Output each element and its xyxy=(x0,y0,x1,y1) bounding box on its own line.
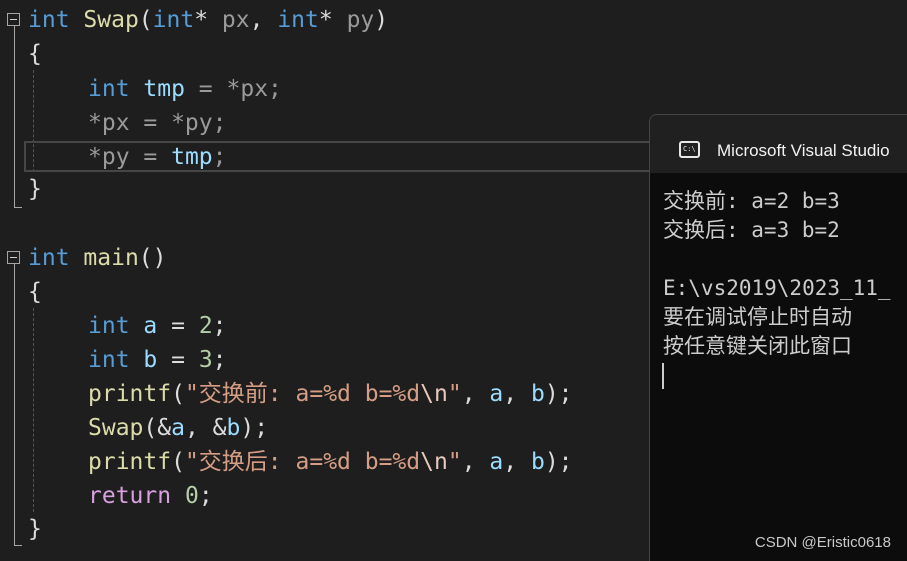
punctuation-token: ); xyxy=(544,381,573,407)
terminal-icon-label: C:\ xyxy=(683,145,696,153)
punctuation-token: ) xyxy=(374,7,389,33)
function-name-token: Swap xyxy=(83,7,139,33)
variable-token: a xyxy=(489,381,504,407)
fold-guide xyxy=(14,264,15,545)
punctuation-token xyxy=(171,483,185,509)
function-name-token: printf xyxy=(88,449,172,475)
collapse-toggle-icon[interactable] xyxy=(7,251,20,264)
escape-token: \n xyxy=(420,381,448,407)
variable-token: b xyxy=(530,449,545,475)
code-line-printf-before[interactable]: printf("交换前: a=%d b=%d\n", a, b); xyxy=(88,377,573,411)
function-name-token: printf xyxy=(88,381,172,407)
punctuation-token: , xyxy=(503,381,531,407)
code-line-tmp-declaration[interactable]: int tmp = *px; xyxy=(88,72,282,106)
code-line-open-brace[interactable]: { xyxy=(28,37,42,71)
punctuation-token: ; xyxy=(212,347,227,373)
punctuation-token: ( xyxy=(171,381,185,407)
console-output-line: E:\vs2019\2023_11_ xyxy=(663,276,891,300)
console-output-line: 要在调试停止时自动 xyxy=(663,305,852,329)
code-line-b-declaration[interactable]: int b = 3; xyxy=(88,343,227,377)
keyword-token: int xyxy=(88,76,130,102)
operator-token: = xyxy=(157,347,199,373)
string-token: "交换前: a=%d b=%d xyxy=(184,381,421,407)
string-token: " xyxy=(447,381,462,407)
parameter-token: py xyxy=(346,7,375,33)
code-line-close-brace[interactable]: } xyxy=(28,172,42,206)
console-title: Microsoft Visual Studio xyxy=(717,141,890,160)
punctuation-token: , xyxy=(249,7,278,33)
variable-token: a xyxy=(143,313,158,339)
code-line-return[interactable]: return 0; xyxy=(88,479,213,513)
collapse-toggle-icon[interactable] xyxy=(7,13,20,26)
variable-token: a xyxy=(171,415,185,441)
expression-token: = *px; xyxy=(184,76,282,102)
punctuation-token: ); xyxy=(240,415,269,441)
console-output-line: 交换前: a=2 b=3 xyxy=(663,189,840,213)
code-line-open-brace[interactable]: { xyxy=(28,275,42,309)
code-line-printf-after[interactable]: printf("交换后: a=%d b=%d\n", a, b); xyxy=(88,445,573,479)
variable-token: tmp xyxy=(143,76,185,102)
indent-guide xyxy=(33,308,34,512)
punctuation-token: () xyxy=(138,245,167,271)
variable-token: a xyxy=(489,449,504,475)
keyword-token: return xyxy=(88,483,172,509)
variable-token: b xyxy=(530,381,545,407)
keyword-token: int xyxy=(88,313,130,339)
number-token: 2 xyxy=(198,313,213,339)
string-token: "交换后: a=%d b=%d xyxy=(184,449,421,475)
watermark: CSDN @Eristic0618 xyxy=(754,534,891,551)
punctuation-token: ( xyxy=(138,7,153,33)
keyword-token: int xyxy=(277,7,319,33)
terminal-icon: C:\ xyxy=(679,141,700,158)
expression-token: *px = *py; xyxy=(88,110,227,136)
variable-token: b xyxy=(226,415,241,441)
punctuation-token: * xyxy=(318,7,347,33)
variable-token: b xyxy=(143,347,158,373)
code-line-a-declaration[interactable]: int a = 2; xyxy=(88,309,227,343)
code-line-swap-signature[interactable]: int Swap(int* px, int* py) xyxy=(28,3,388,37)
punctuation-token: * xyxy=(194,7,222,33)
variable-token: tmp xyxy=(171,144,213,170)
console-output-line: 交换后: a=3 b=2 xyxy=(663,218,840,242)
punctuation-token: , xyxy=(461,449,490,475)
string-token: " xyxy=(447,449,462,475)
console-window[interactable]: C:\ Microsoft Visual Studio 交换前: a=2 b=3… xyxy=(649,114,907,561)
operator-token: = xyxy=(157,313,199,339)
parameter-token: px xyxy=(221,7,250,33)
punctuation-token: ); xyxy=(544,449,573,475)
fold-guide-end xyxy=(14,545,22,546)
number-token: 0 xyxy=(184,483,199,509)
punctuation-token: , xyxy=(461,381,490,407)
punctuation-token: , & xyxy=(184,415,227,441)
code-line-py-assign[interactable]: *py = tmp; xyxy=(88,140,227,174)
keyword-token: int xyxy=(152,7,195,33)
console-output-line: 按任意键关闭此窗口 xyxy=(663,334,852,358)
code-line-close-brace[interactable]: } xyxy=(28,512,42,546)
punctuation-token: ; xyxy=(212,313,227,339)
punctuation-token: ( xyxy=(171,449,185,475)
console-cursor xyxy=(662,363,664,389)
punctuation-token: ; xyxy=(198,483,213,509)
keyword-token: int xyxy=(28,245,70,271)
code-line-px-assign[interactable]: *px = *py; xyxy=(88,106,226,140)
code-line-swap-call[interactable]: Swap(&a, &b); xyxy=(88,411,268,445)
keyword-token: int xyxy=(28,7,70,33)
number-token: 3 xyxy=(198,347,213,373)
function-name-token: Swap xyxy=(88,415,144,441)
escape-token: \n xyxy=(420,449,448,475)
expression-token: *py = xyxy=(88,144,172,170)
code-line-main-signature[interactable]: int main() xyxy=(28,241,167,275)
fold-guide-end xyxy=(14,207,22,208)
function-name-token: main xyxy=(83,245,139,271)
fold-guide xyxy=(14,26,15,207)
punctuation-token: ; xyxy=(212,144,227,170)
punctuation-token: (& xyxy=(143,415,172,441)
punctuation-token: , xyxy=(503,449,531,475)
keyword-token: int xyxy=(88,347,130,373)
console-titlebar[interactable]: C:\ Microsoft Visual Studio xyxy=(650,115,907,173)
